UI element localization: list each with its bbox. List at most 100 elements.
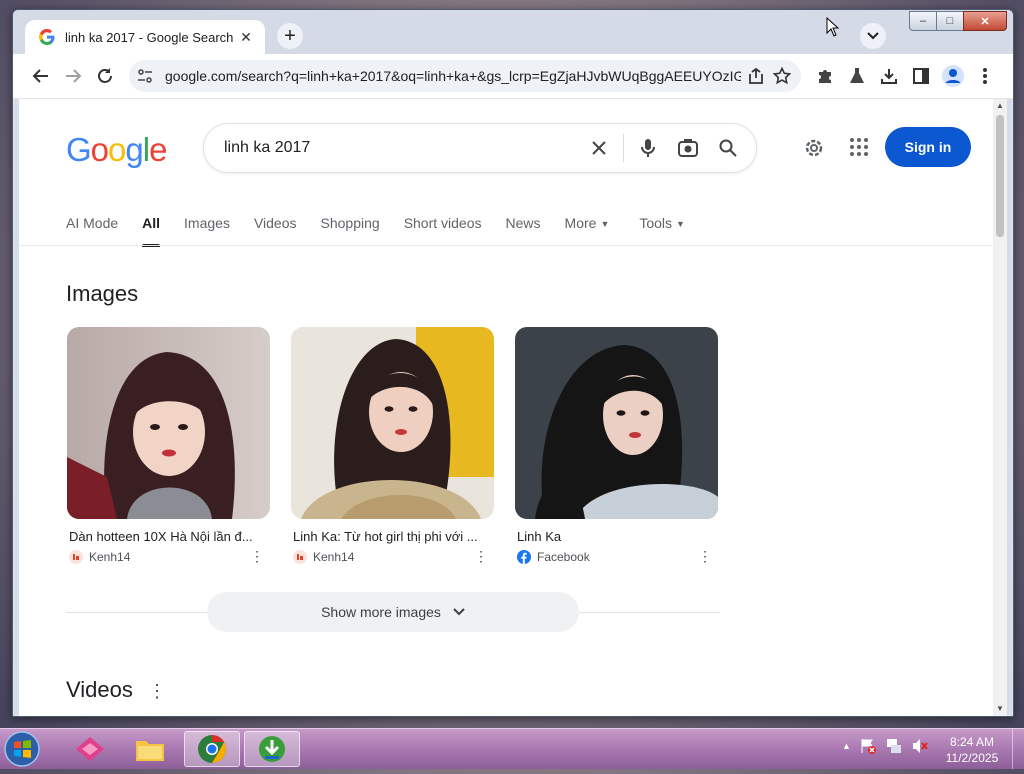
site-info-icon[interactable] [137,68,153,84]
extensions-button[interactable] [813,64,837,88]
image-caption[interactable]: Dàn hotteen 10X Hà Nội lần đ... [69,529,270,544]
browser-tab[interactable]: linh ka 2017 - Google Search ✕ [25,20,265,54]
download-icon [881,69,897,84]
tab-shopping[interactable]: Shopping [321,203,380,243]
image-source[interactable]: Kenh14 ⋮ [69,548,270,565]
tab-ai-mode[interactable]: AI Mode [66,203,118,243]
taskbar-app-file-explorer[interactable] [122,731,178,767]
google-apps-button[interactable] [849,137,869,162]
image-thumbnail[interactable] [67,327,270,519]
close-window-button[interactable]: ✕ [963,11,1007,31]
url-text[interactable]: google.com/search?q=linh+ka+2017&oq=linh… [165,68,741,84]
tab-search-button[interactable] [860,23,886,49]
back-button[interactable] [29,64,53,88]
tab-more[interactable]: More ▼ [565,203,610,243]
kenh14-icon [69,550,83,564]
search-button[interactable] [708,128,748,168]
more-options-icon[interactable]: ⋮ [250,548,264,565]
image-result[interactable]: Linh Ka Facebook ⋮ [515,327,718,564]
address-bar[interactable]: google.com/search?q=linh+ka+2017&oq=linh… [129,60,801,92]
image-result[interactable]: Linh Ka: Từ hot girl thị phi với ... Ken… [291,327,494,564]
chevron-down-icon [867,32,879,40]
bookmark-star-icon[interactable] [773,67,791,85]
image-thumbnail[interactable] [291,327,494,519]
browser-menu-button[interactable] [973,64,997,88]
taskbar: ▲ 8:24 AM 11/2/2025 [0,728,1024,769]
image-search-button[interactable] [668,128,708,168]
plus-icon: + [284,24,296,47]
logo-letter: e [149,131,167,168]
reload-button[interactable] [93,64,117,88]
puzzle-icon [819,70,831,83]
source-name: Kenh14 [313,550,355,564]
more-options-icon[interactable]: ⋮ [698,548,712,565]
page-scrollbar[interactable]: ▲ ▼ [993,99,1007,716]
chrome-icon [198,735,226,763]
tab-news[interactable]: News [506,203,541,243]
tab-tools[interactable]: Tools ▼ [639,203,685,243]
settings-button[interactable] [803,137,825,164]
volume-muted-icon[interactable] [911,737,929,755]
show-desktop-button[interactable] [1012,729,1024,769]
voice-search-button[interactable] [628,128,668,168]
image-caption[interactable]: Linh Ka [517,529,718,544]
scrollbar-thumb[interactable] [996,115,1004,237]
taskbar-app-download-manager[interactable] [244,731,300,767]
side-panel-button[interactable] [909,64,933,88]
image-source[interactable]: Facebook ⋮ [517,548,718,565]
google-logo[interactable]: Google [66,131,167,169]
tray-expand-icon[interactable]: ▲ [842,741,851,751]
clock-date: 11/2/2025 [945,751,999,765]
image-result[interactable]: Dàn hotteen 10X Hà Nội lần đ... Kenh14 ⋮ [67,327,270,564]
maximize-button[interactable]: □ [936,11,964,31]
image-thumbnail[interactable] [515,327,718,519]
divider [19,245,993,246]
kenh14-icon [293,550,307,564]
image-source[interactable]: Kenh14 ⋮ [293,548,494,565]
downloads-button[interactable] [877,64,901,88]
mouse-cursor-icon [826,17,840,37]
forward-button[interactable] [61,64,85,88]
new-tab-button[interactable]: + [277,23,303,49]
tab-close-icon[interactable]: ✕ [237,29,255,46]
action-center-flag-icon[interactable] [859,737,877,755]
tab-all[interactable]: All [142,203,160,247]
labs-button[interactable] [845,64,869,88]
caret-down-icon: ▼ [600,219,610,230]
tab-tools-label: Tools [639,215,673,231]
taskbar-app-mirror[interactable] [62,731,118,767]
grid-icon [850,138,868,156]
start-button[interactable] [2,729,46,769]
tab-videos[interactable]: Videos [254,203,297,243]
side-panel-icon [913,68,929,84]
search-results-page: Google linh ka 2017 Sign in AI Mode All … [19,99,993,716]
tab-short-videos[interactable]: Short videos [404,203,482,243]
download-manager-icon [259,736,285,762]
browser-toolbar: google.com/search?q=linh+ka+2017&oq=linh… [13,54,1013,99]
videos-heading: Videos [66,677,133,702]
images-heading: Images [66,281,139,306]
more-options-icon[interactable]: ⋮ [474,548,488,565]
tab-images[interactable]: Images [184,203,230,243]
show-more-images-button[interactable]: Show more images [207,592,579,632]
sign-in-button[interactable]: Sign in [885,127,971,167]
clear-search-button[interactable] [579,128,619,168]
network-icon[interactable] [885,737,903,755]
search-box[interactable]: linh ka 2017 [203,123,757,173]
videos-more-options-icon[interactable]: ⋮ [148,681,166,702]
title-bar: linh ka 2017 - Google Search ✕ + ‒ □ ✕ [13,10,1013,54]
minimize-button[interactable]: ‒ [909,11,937,31]
facebook-icon [517,550,531,564]
profile-button[interactable] [941,64,965,88]
scroll-up-arrow[interactable]: ▲ [993,99,1007,113]
portrait-photo [515,327,718,519]
scroll-down-arrow[interactable]: ▼ [993,702,1007,716]
google-favicon-icon [39,29,55,45]
folder-icon [136,741,164,761]
search-input[interactable]: linh ka 2017 [224,139,579,157]
browser-window: linh ka 2017 - Google Search ✕ + ‒ □ ✕ g… [12,9,1014,717]
taskbar-app-chrome[interactable] [184,731,240,767]
share-icon[interactable] [747,67,765,85]
image-caption[interactable]: Linh Ka: Từ hot girl thị phi với ... [293,529,494,544]
system-clock[interactable]: 8:24 AM 11/2/2025 [940,734,1004,766]
